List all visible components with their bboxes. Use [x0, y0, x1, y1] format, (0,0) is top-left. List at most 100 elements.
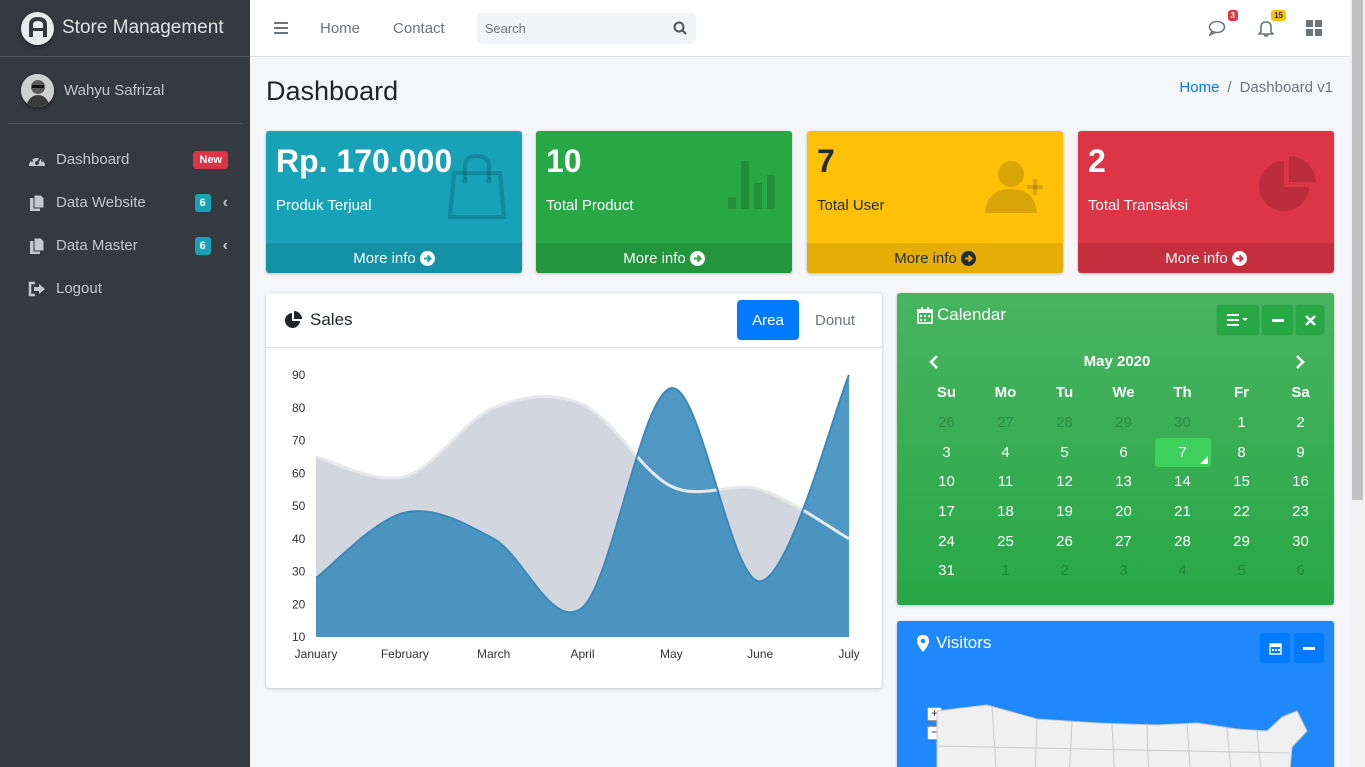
stat-value: 7 — [817, 143, 835, 179]
visitors-tools — [1260, 633, 1324, 663]
sidebar-item-label: Data Master — [56, 237, 138, 254]
calendar-day[interactable]: 23 — [1271, 503, 1330, 520]
calendar-weekday: Th — [1173, 384, 1192, 402]
notifications-button[interactable]: 15 — [1254, 10, 1286, 40]
pie-chart-icon — [285, 311, 302, 328]
more-info-link[interactable]: More info — [266, 243, 522, 273]
visitors-title: Visitors — [936, 633, 992, 652]
calendar-day[interactable]: 25 — [976, 533, 1035, 550]
more-info-link[interactable]: More info — [1078, 243, 1334, 273]
calendar-day[interactable]: 31 — [917, 562, 976, 579]
remove-button[interactable] — [1296, 305, 1324, 335]
menu-toggle-icon[interactable] — [274, 22, 288, 34]
nav-link-home[interactable]: Home — [320, 20, 360, 37]
calendar-day[interactable]: 17 — [917, 503, 976, 520]
more-info-link[interactable]: More info — [807, 243, 1063, 273]
sign-out-icon — [26, 279, 48, 299]
nav-link-contact[interactable]: Contact — [393, 20, 445, 37]
calendar-day[interactable]: 12 — [1035, 473, 1094, 490]
y-tick-label: 20 — [292, 597, 306, 611]
messages-button[interactable]: 3 — [1206, 10, 1238, 40]
copy-icon — [26, 236, 48, 256]
calendar-day[interactable]: 22 — [1212, 503, 1271, 520]
pie-chart-icon — [1256, 153, 1320, 222]
calendar-week-row: 24 25 26 27 28 29 30 — [917, 526, 1333, 556]
calendar-menu-button[interactable] — [1217, 305, 1259, 335]
more-info-link[interactable]: More info — [536, 243, 792, 273]
search-input[interactable] — [484, 20, 664, 36]
page-scrollbar[interactable] — [1350, 0, 1365, 767]
calendar-day[interactable]: 8 — [1212, 444, 1271, 461]
calendar-day[interactable]: 3 — [917, 444, 976, 461]
chevron-left-icon: ‹ — [222, 193, 228, 211]
calendar-day[interactable]: 2 — [1035, 562, 1094, 579]
calendar-week-row: 10 11 12 13 14 15 16 — [917, 467, 1333, 497]
sales-title: Sales — [310, 310, 353, 329]
calendar-day[interactable]: 27 — [976, 414, 1035, 431]
calendar-day[interactable]: 9 — [1271, 444, 1330, 461]
count-badge: 6 — [194, 193, 211, 212]
calendar-day[interactable]: 6 — [1094, 444, 1153, 461]
calendar-day[interactable]: 2 — [1271, 414, 1330, 431]
calendar-day-today[interactable]: 7 — [1154, 437, 1211, 467]
calendar-weekday: Su — [936, 384, 957, 402]
calendar-day[interactable]: 20 — [1094, 503, 1153, 520]
chevron-right-icon[interactable] — [1293, 354, 1307, 370]
calendar-day[interactable]: 3 — [1094, 562, 1153, 579]
y-tick-label: 80 — [292, 401, 306, 415]
calendar-day[interactable]: 21 — [1153, 503, 1212, 520]
calendar-day[interactable]: 26 — [1035, 533, 1094, 550]
calendar-weekday: Mo — [994, 384, 1017, 402]
sidebar-item-dashboard[interactable]: Dashboard New — [0, 138, 250, 181]
calendar-day[interactable]: 4 — [976, 444, 1035, 461]
sidebar-item-logout[interactable]: Logout — [0, 267, 250, 310]
calendar-day[interactable]: 15 — [1212, 473, 1271, 490]
calendar-day[interactable]: 4 — [1153, 562, 1212, 579]
calendar-day[interactable]: 29 — [1094, 414, 1153, 431]
copy-icon — [26, 193, 48, 213]
brand-link[interactable]: Store Management — [0, 0, 250, 57]
collapse-button[interactable] — [1262, 305, 1293, 335]
calendar-day[interactable]: 30 — [1153, 414, 1212, 431]
calendar-day[interactable]: 10 — [917, 473, 976, 490]
search-button[interactable] — [664, 13, 696, 44]
calendar-day[interactable]: 28 — [1035, 414, 1094, 431]
calendar-day[interactable]: 13 — [1094, 473, 1153, 490]
sidebar-item-data-website[interactable]: Data Website 6 ‹ — [0, 181, 250, 224]
calendar-day[interactable]: 28 — [1153, 533, 1212, 550]
stat-value: 2 — [1088, 143, 1106, 179]
minus-icon — [1271, 318, 1284, 322]
calendar-day[interactable]: 16 — [1271, 473, 1330, 490]
user-panel[interactable]: Wahyu Safrizal — [8, 57, 242, 124]
sidebar-item-data-master[interactable]: Data Master 6 ‹ — [0, 224, 250, 267]
date-range-button[interactable] — [1260, 633, 1290, 663]
calendar-day[interactable]: 5 — [1212, 562, 1271, 579]
stat-box-produk-terjual: Rp. 170.000 Produk Terjual More info — [266, 131, 522, 273]
calendar-day[interactable]: 6 — [1271, 562, 1330, 579]
calendar-day[interactable]: 1 — [1212, 414, 1271, 431]
collapse-button[interactable] — [1294, 633, 1324, 663]
calendar-weekday-row: Su Mo Tu We Th Fr Sa — [917, 378, 1333, 408]
calendar-day[interactable]: 1 — [976, 562, 1035, 579]
calendar-day[interactable]: 14 — [1153, 473, 1212, 490]
control-sidebar-button[interactable] — [1302, 16, 1326, 40]
calendar-day[interactable]: 30 — [1271, 533, 1330, 550]
calendar-day[interactable]: 29 — [1212, 533, 1271, 550]
calendar-day[interactable]: 27 — [1094, 533, 1153, 550]
visitors-map[interactable] — [897, 701, 1334, 767]
calendar-day[interactable]: 11 — [976, 473, 1035, 490]
calendar-weekday: We — [1112, 384, 1135, 402]
y-tick-label: 30 — [292, 565, 306, 579]
calendar-day[interactable]: 24 — [917, 533, 976, 550]
tab-area[interactable]: Area — [737, 300, 799, 340]
scrollbar-thumb[interactable] — [1352, 0, 1363, 500]
calendar-day[interactable]: 26 — [917, 414, 976, 431]
calendar-day[interactable]: 18 — [976, 503, 1035, 520]
calendar-day[interactable]: 5 — [1035, 444, 1094, 461]
chevron-left-icon[interactable] — [927, 354, 941, 370]
notifications-badge: 15 — [1271, 10, 1286, 21]
breadcrumb-home-link[interactable]: Home — [1179, 79, 1219, 96]
calendar-day[interactable]: 19 — [1035, 503, 1094, 520]
tab-donut[interactable]: Donut — [806, 300, 864, 340]
y-tick-label: 40 — [292, 532, 306, 546]
